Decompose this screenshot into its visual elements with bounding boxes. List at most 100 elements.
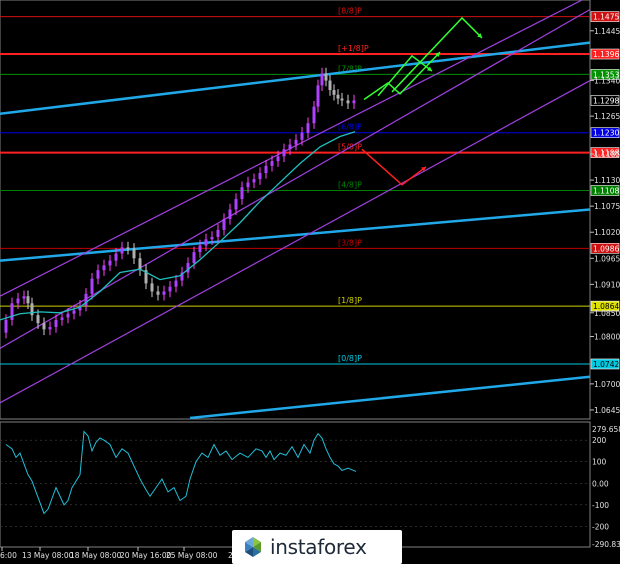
candle-body bbox=[346, 100, 350, 104]
price-axis-label: 1.0800 bbox=[594, 332, 620, 341]
candle-body bbox=[312, 106, 316, 124]
candle-body bbox=[246, 182, 250, 188]
candle-body bbox=[72, 310, 76, 314]
price-axis-label: 1.0965 bbox=[594, 254, 620, 263]
candle-body bbox=[156, 291, 160, 295]
price-level-value: 1.1298 bbox=[593, 96, 619, 105]
candle-body bbox=[340, 98, 344, 101]
candle-body bbox=[114, 253, 118, 261]
forex-chart: [8/8]P[+1/8]P[7/8]P[6/8]P[5/8]P[4/8]P[3/… bbox=[0, 0, 620, 564]
candle-body bbox=[240, 187, 244, 200]
candle-body bbox=[132, 248, 136, 259]
candle-body bbox=[288, 144, 292, 150]
candle-body bbox=[320, 73, 324, 86]
price-level-value: 1.1230 bbox=[593, 129, 619, 138]
price-level-value: 1.1475 bbox=[593, 13, 619, 22]
candle-body bbox=[90, 278, 94, 294]
candle-body bbox=[264, 165, 268, 173]
price-axis-label: 1.1185 bbox=[594, 150, 620, 159]
candle-body bbox=[60, 317, 64, 320]
candle-body bbox=[222, 218, 226, 230]
murrey-level-label: [0/8]P bbox=[338, 354, 362, 363]
candle-body bbox=[174, 280, 178, 287]
candle-body bbox=[168, 286, 172, 292]
candle-body bbox=[352, 100, 356, 104]
candle-body bbox=[26, 296, 30, 304]
candle-body bbox=[126, 247, 130, 249]
price-level-value: 1.1396 bbox=[593, 50, 619, 59]
candle-body bbox=[198, 245, 202, 253]
price-axis-label: 1.1265 bbox=[594, 112, 620, 121]
candle-body bbox=[66, 313, 70, 318]
candle-body bbox=[234, 199, 238, 210]
candle-body bbox=[258, 172, 262, 180]
candle-body bbox=[324, 73, 328, 81]
candle-body bbox=[102, 265, 106, 271]
candle-body bbox=[300, 132, 304, 140]
oscillator-axis-label: -290.834 bbox=[592, 540, 620, 549]
time-axis-label: 20 May 16:00 bbox=[120, 551, 172, 560]
candle-body bbox=[328, 80, 332, 91]
price-axis-label: 1.0700 bbox=[594, 380, 620, 389]
oscillator-axis-label: 100 bbox=[592, 458, 607, 467]
time-axis-label: 13 May 08:00 bbox=[22, 551, 74, 560]
price-level-value: 1.0742 bbox=[593, 360, 619, 369]
instaforex-logo: instaforex bbox=[232, 530, 402, 564]
murrey-level-label: [1/8]P bbox=[338, 296, 362, 305]
candle-body bbox=[228, 209, 232, 219]
candle-body bbox=[30, 303, 34, 316]
candle-body bbox=[150, 283, 154, 292]
murrey-level-label: [+1/8]P bbox=[338, 44, 369, 53]
oscillator-axis-label: 0.00 bbox=[592, 479, 609, 488]
price-axis-label: 1.0850 bbox=[594, 309, 620, 318]
candle-body bbox=[108, 260, 112, 266]
candle-body bbox=[204, 239, 208, 246]
candle-body bbox=[4, 319, 8, 333]
murrey-level-label: [3/8]P bbox=[338, 238, 362, 247]
price-level-value: 1.1108 bbox=[593, 187, 619, 196]
price-level-value: 1.0986 bbox=[593, 244, 619, 253]
candle-body bbox=[48, 327, 52, 330]
candle-body bbox=[54, 319, 58, 328]
price-axis-label: 1.1130 bbox=[594, 176, 620, 185]
price-axis-label: 1.1075 bbox=[594, 202, 620, 211]
candle-body bbox=[120, 247, 124, 254]
candle-body bbox=[138, 258, 142, 271]
price-axis-label: 1.0910 bbox=[594, 280, 620, 289]
candle-body bbox=[210, 236, 214, 240]
logo-text: instaforex bbox=[270, 535, 367, 559]
candle-body bbox=[96, 270, 100, 279]
candle-body bbox=[316, 85, 320, 107]
price-axis-label: 1.1445 bbox=[594, 27, 620, 36]
candle-body bbox=[282, 149, 286, 157]
candle-body bbox=[22, 296, 26, 299]
instaforex-logo-icon bbox=[242, 536, 264, 558]
candle-body bbox=[16, 298, 20, 304]
candle-body bbox=[306, 123, 310, 133]
murrey-level-label: [6/8]P bbox=[338, 123, 362, 132]
time-axis-label: 6:00 bbox=[0, 551, 17, 560]
oscillator-axis-label: 279.6586 bbox=[592, 425, 620, 434]
candle-body bbox=[162, 291, 166, 295]
price-axis-label: 1.1020 bbox=[594, 228, 620, 237]
price-axis-label: 1.1340 bbox=[594, 77, 620, 86]
candle-body bbox=[10, 303, 14, 320]
murrey-level-label: [8/8]P bbox=[338, 7, 362, 16]
oscillator-axis-label: -100 bbox=[592, 501, 609, 510]
candle-body bbox=[42, 323, 46, 330]
oscillator-axis-label: -200 bbox=[592, 522, 609, 531]
oscillator-axis-label: 200 bbox=[592, 436, 607, 445]
time-axis-label: 18 May 08:00 bbox=[70, 551, 122, 560]
candle-body bbox=[270, 161, 274, 166]
candle-body bbox=[36, 315, 40, 324]
candle-body bbox=[252, 179, 256, 183]
time-axis-label: 25 May 08:00 bbox=[166, 551, 218, 560]
candle-body bbox=[216, 229, 220, 237]
candle-body bbox=[192, 252, 196, 264]
candle-body bbox=[294, 139, 298, 145]
candle-body bbox=[332, 90, 336, 95]
candle-body bbox=[276, 156, 280, 162]
candle-body bbox=[336, 94, 340, 99]
price-axis-label: 1.0645 bbox=[594, 406, 620, 415]
murrey-level-label: [4/8]P bbox=[338, 181, 362, 190]
